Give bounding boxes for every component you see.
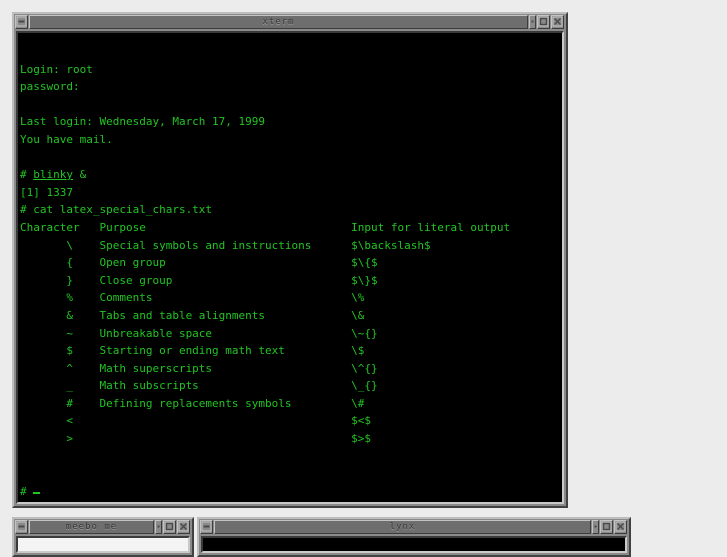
window-menu-icon[interactable] bbox=[200, 520, 213, 534]
terminal-line: } Close group $\}$ bbox=[20, 273, 378, 287]
lynx-title-area: lynx bbox=[214, 520, 591, 534]
lynx-title: lynx bbox=[389, 522, 416, 532]
terminal-line: $ Starting or ending math text \$ bbox=[20, 344, 365, 358]
xterm-title: xterm bbox=[262, 17, 295, 27]
maximize-button[interactable] bbox=[600, 520, 613, 534]
meebo-titlebar[interactable]: meebo me bbox=[14, 519, 192, 534]
window-menu-icon[interactable] bbox=[15, 520, 28, 534]
xterm-text-output: Login: root password: Last login: Wednesd… bbox=[18, 33, 562, 500]
meebo-title: meebo me bbox=[65, 522, 118, 532]
terminal-line: Last login: Wednesday, March 17, 1999 bbox=[20, 115, 266, 129]
terminal-line: < $<$ bbox=[20, 414, 371, 428]
maximize-button[interactable] bbox=[163, 520, 176, 534]
terminal-line: _ Math subscripts \_{} bbox=[20, 379, 378, 393]
terminal-line: ^ Math superscripts \^{} bbox=[20, 361, 378, 375]
terminal-line: \ Special symbols and instructions $\bac… bbox=[20, 238, 431, 252]
terminal-line: & Tabs and table alignments \& bbox=[20, 308, 365, 322]
xterm-title-area: xterm bbox=[29, 15, 528, 29]
maximize-button[interactable] bbox=[537, 15, 550, 29]
lynx-titlebar[interactable]: lynx bbox=[199, 519, 629, 534]
terminal-line: # Defining replacements symbols \# bbox=[20, 396, 365, 410]
terminal-line: # bbox=[20, 483, 562, 501]
close-button[interactable] bbox=[551, 15, 564, 29]
terminal-line: # blinky & bbox=[20, 168, 87, 182]
window-menu-icon[interactable] bbox=[15, 15, 28, 29]
lynx-window[interactable]: lynx bbox=[197, 517, 631, 557]
meebo-window[interactable]: meebo me bbox=[12, 517, 194, 557]
close-button[interactable] bbox=[177, 520, 190, 534]
minimize-button[interactable] bbox=[155, 520, 162, 534]
xterm-titlebar[interactable]: xterm bbox=[14, 14, 566, 29]
terminal-line: Login: root bbox=[20, 62, 93, 76]
terminal-line: password: bbox=[20, 80, 80, 94]
terminal-command-name: blinky bbox=[33, 168, 73, 182]
terminal-line: [1] 1337 bbox=[20, 185, 73, 199]
xterm-window[interactable]: xterm Login: root password: Last login: W… bbox=[12, 12, 568, 508]
minimize-button[interactable] bbox=[592, 520, 599, 534]
terminal-line: { Open group $\{$ bbox=[20, 256, 378, 270]
terminal-line: > $>$ bbox=[20, 432, 371, 446]
terminal-line: Character Purpose Input for literal outp… bbox=[20, 220, 511, 234]
minimize-button[interactable] bbox=[529, 15, 536, 29]
close-button[interactable] bbox=[614, 520, 627, 534]
terminal-line: # cat latex_special_chars.txt bbox=[20, 203, 213, 217]
meebo-title-area: meebo me bbox=[29, 520, 154, 534]
terminal-line: % Comments \% bbox=[20, 291, 365, 305]
xterm-screen-area[interactable]: Login: root password: Last login: Wednesd… bbox=[16, 31, 564, 504]
terminal-cursor bbox=[33, 491, 41, 494]
terminal-line: ~ Unbreakable space \~{} bbox=[20, 326, 378, 340]
terminal-line: You have mail. bbox=[20, 132, 113, 146]
